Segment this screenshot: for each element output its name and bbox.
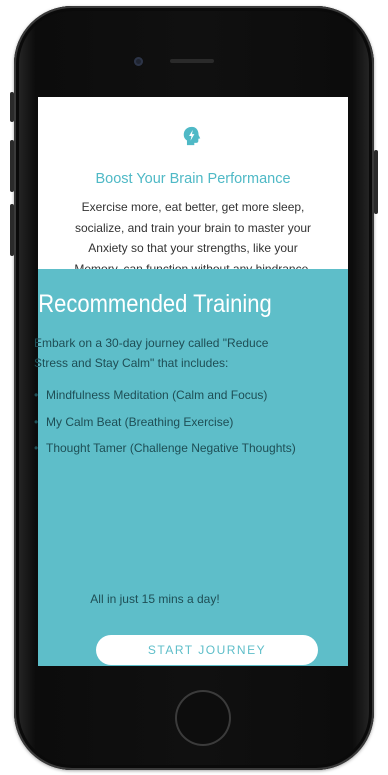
list-item: • Thought Tamer (Challenge Negative Thoug… [34, 440, 310, 458]
recommended-training-section [38, 269, 348, 666]
power-button [374, 150, 378, 214]
brain-performance-section: Boost Your Brain Performance Exercise mo… [38, 97, 348, 276]
bullet: • [34, 388, 39, 402]
volume-down-button [10, 204, 14, 256]
brain-performance-description: Exercise more, eat better, get more slee… [74, 200, 312, 276]
start-journey-button[interactable]: START JOURNEY [96, 635, 318, 665]
recommended-training-title: Recommended Training [38, 290, 272, 318]
list-item-text: Mindfulness Meditation (Calm and Focus) [46, 388, 268, 402]
earpiece-speaker [170, 59, 214, 63]
list-item: • My Calm Beat (Breathing Exercise) [34, 414, 310, 432]
list-item-text: My Calm Beat (Breathing Exercise) [46, 414, 234, 429]
app-screen: Boost Your Brain Performance Exercise mo… [38, 97, 348, 666]
silent-switch [10, 92, 14, 122]
brain-performance-title: Boost Your Brain Performance [95, 171, 291, 187]
volume-up-button [10, 140, 14, 192]
training-intro: Embark on a 30-day journey called "Reduc… [34, 336, 269, 370]
list-item-text: Thought Tamer (Challenge Negative Though… [46, 441, 296, 455]
front-camera [134, 57, 143, 66]
tagline: All in just 15 mins a day! [90, 592, 220, 606]
list-item: • Mindfulness Meditation (Calm and Focus) [34, 387, 310, 405]
home-button[interactable] [175, 690, 231, 746]
brain-bolt-icon [183, 126, 201, 146]
training-list: • Mindfulness Meditation (Calm and Focus)… [34, 387, 310, 467]
bullet: • [34, 441, 39, 455]
bullet: • [34, 414, 39, 429]
